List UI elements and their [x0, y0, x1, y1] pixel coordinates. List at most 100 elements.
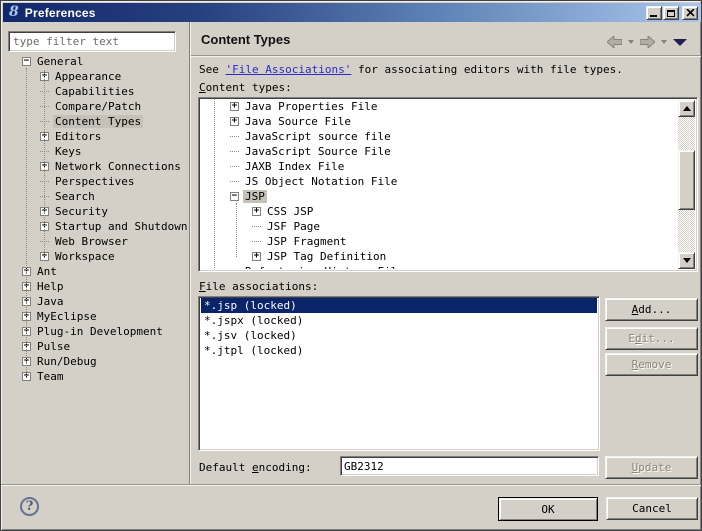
tree-item-label: Java Source File — [245, 115, 351, 128]
expand-plus-icon[interactable]: + — [230, 117, 239, 126]
tree-item-plug-in-development[interactable]: + Plug-in Development — [3, 324, 187, 339]
tree-item-label: General — [37, 55, 84, 68]
file-association-item-jsp-locked[interactable]: *.jsp (locked) — [201, 298, 597, 313]
tree-item-label: JSP Tag Definition — [267, 250, 387, 263]
tree-connector — [230, 166, 239, 167]
tree-item-label: Appearance — [55, 70, 122, 83]
tree-item-myeclipse[interactable]: + MyEclipse — [3, 309, 187, 324]
tree-item-label: Keys — [55, 145, 82, 158]
cancel-button[interactable]: Cancel — [606, 497, 698, 520]
tree-item-javascript-source-file[interactable]: JavaScript source file — [201, 129, 678, 144]
tree-guide-line — [236, 203, 237, 257]
expand-plus-icon[interactable]: + — [252, 252, 261, 261]
tree-item-workspace[interactable]: + Workspace — [3, 249, 187, 264]
file-association-item-jspx-locked[interactable]: *.jspx (locked) — [201, 313, 597, 328]
tree-item-help[interactable]: + Help — [3, 279, 187, 294]
edit-button[interactable]: Ed it... — [605, 327, 698, 350]
tree-connector — [230, 136, 239, 137]
tree-item-jaxb-index-file[interactable]: JAXB Index File — [201, 159, 678, 174]
tree-item-label: Pulse — [37, 340, 71, 353]
tree-item-label: Ant — [37, 265, 57, 278]
tree-item-java-properties-file[interactable]: + Java Properties File — [201, 99, 678, 114]
tree-item-network-connections[interactable]: + Network Connections — [3, 159, 187, 174]
tree-item-css-jsp[interactable]: + CSS JSP — [201, 204, 678, 219]
tree-item-jsp[interactable]: − JSP — [201, 189, 678, 204]
close-button[interactable] — [682, 6, 698, 20]
tree-item-appearance[interactable]: + Appearance — [3, 69, 187, 84]
tree-item-jsp-tag-definition[interactable]: + JSP Tag Definition — [201, 249, 678, 264]
close-icon — [685, 9, 695, 17]
tree-item-general[interactable]: − General — [3, 54, 187, 69]
ok-button[interactable]: OK — [498, 497, 598, 521]
collapse-minus-icon[interactable]: − — [230, 192, 239, 201]
tree-item-java-source-file[interactable]: + Java Source File — [201, 114, 678, 129]
tree-item-label: MyEclipse — [37, 310, 97, 323]
tree-item-compare-patch[interactable]: Compare/Patch — [3, 99, 187, 114]
back-arrow-icon[interactable] — [607, 36, 622, 48]
file-associations-link[interactable]: 'File Associations' — [226, 63, 352, 76]
tree-item-label: JSP — [243, 190, 267, 203]
tree-item-jsp-fragment[interactable]: JSP Fragment — [201, 234, 678, 249]
expand-plus-icon[interactable]: + — [252, 207, 261, 216]
maximize-button[interactable] — [663, 6, 679, 20]
update-button[interactable]: Update — [605, 456, 698, 479]
tree-item-javascript-source-file[interactable]: JavaScript Source File — [201, 144, 678, 159]
add-button[interactable]: Add... — [605, 298, 698, 321]
tree-item-run-debug[interactable]: + Run/Debug — [3, 354, 187, 369]
expand-plus-icon[interactable]: + — [230, 102, 239, 111]
tree-item-ant[interactable]: + Ant — [3, 264, 187, 279]
forward-arrow-icon[interactable] — [640, 36, 655, 48]
tree-item-label: JSF Page — [267, 220, 320, 233]
tree-item-startup-and-shutdown[interactable]: + Startup and Shutdown — [3, 219, 187, 234]
file-associations-list[interactable]: *.jsp (locked) *.jspx (locked) *.jsv (lock… — [198, 296, 600, 451]
tree-item-keys[interactable]: Keys — [3, 144, 187, 159]
tree-guide-line — [214, 99, 215, 269]
tree-item-capabilities[interactable]: Capabilities — [3, 84, 187, 99]
scrollbar-thumb[interactable] — [678, 150, 695, 210]
content-types-list[interactable]: + Java Properties File + Java Source File Ja… — [198, 97, 698, 272]
content-types-tree: + Java Properties File + Java Source File Ja… — [201, 99, 678, 269]
preferences-dialog: 8 Preferences −General+AppearanceCapabil… — [0, 0, 702, 531]
minimize-button[interactable] — [646, 6, 662, 20]
vertical-scrollbar[interactable] — [678, 100, 695, 269]
scroll-up-button[interactable] — [678, 100, 695, 117]
tree-item-editors[interactable]: + Editors — [3, 129, 187, 144]
maximize-icon — [667, 9, 675, 17]
default-encoding-label: Default encoding: — [199, 461, 312, 474]
tree-item-js-object-notation-file[interactable]: JS Object Notation File — [201, 174, 678, 189]
tree-item-label: Help — [37, 280, 64, 293]
file-association-item-jtpl-locked[interactable]: *.jtpl (locked) — [201, 343, 597, 358]
tree-item-perspectives[interactable]: Perspectives — [3, 174, 187, 189]
tree-guide-line — [26, 68, 27, 376]
tree-item-web-browser[interactable]: Web Browser — [3, 234, 187, 249]
help-button[interactable]: ? — [20, 497, 39, 516]
tree-item-jsf-page[interactable]: JSF Page — [201, 219, 678, 234]
scroll-down-button[interactable] — [678, 252, 695, 269]
back-history-dropdown-icon[interactable] — [628, 40, 634, 44]
tree-item-label: JSP Fragment — [267, 235, 347, 248]
tree-connector — [230, 181, 239, 182]
tree-item-security[interactable]: + Security — [3, 204, 187, 219]
tree-item-label: Security — [55, 205, 108, 218]
remove-button[interactable]: Remove — [605, 353, 698, 376]
tree-item-label: Content Types — [53, 115, 144, 128]
tree-item-label: Java Properties File — [245, 100, 378, 113]
preferences-tree: − General + Appearance Capabilities Compare/P… — [3, 54, 187, 384]
tree-item-content-types[interactable]: Content Types — [3, 114, 187, 129]
forward-history-dropdown-icon[interactable] — [661, 40, 667, 44]
titlebar[interactable]: 8 Preferences — [3, 3, 701, 22]
window-title: Preferences — [24, 5, 96, 20]
panel-divider[interactable] — [189, 22, 191, 484]
default-encoding-input[interactable] — [340, 456, 599, 476]
tree-item-search[interactable]: Search — [3, 189, 187, 204]
file-association-item-jsv-locked[interactable]: *.jsv (locked) — [201, 328, 597, 343]
page-title: Content Types — [201, 32, 291, 47]
tree-item-refactoring-history-file[interactable]: Refactoring History File — [201, 264, 678, 269]
tree-item-pulse[interactable]: + Pulse — [3, 339, 187, 354]
filter-input[interactable] — [8, 31, 176, 52]
tree-item-team[interactable]: + Team — [3, 369, 187, 384]
collapse-minus-icon[interactable]: − — [22, 57, 31, 66]
tree-item-java[interactable]: + Java — [3, 294, 187, 309]
see-suffix: for associating editors with file types. — [351, 63, 623, 76]
view-menu-icon[interactable] — [673, 38, 687, 46]
